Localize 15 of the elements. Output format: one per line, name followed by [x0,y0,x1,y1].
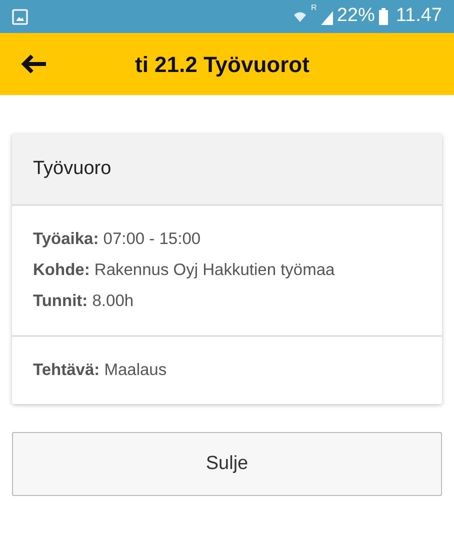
signal-icon [320,8,333,24]
detail-line: Työaika: 07:00 - 15:00 [33,229,202,250]
wifi-icon [293,10,308,24]
card-title: Työvuoro [33,156,112,181]
battery-percentage: 22% [336,4,375,28]
close-button[interactable]: Sulje [12,432,442,496]
picture-icon [12,8,28,24]
detail-line: Tehtävä: Maalaus [33,360,168,381]
page-title: ti 21.2 Työvuorot [135,50,310,79]
battery-icon [378,8,388,25]
detail-line: Kohde: Rakennus Oyj Hakkutien työmaa [33,260,336,281]
back-arrow-icon [20,53,48,75]
detail-line: Tunnit: 8.00h [33,291,135,312]
clock: 11.47 [396,4,442,28]
roaming-indicator: R [311,4,317,12]
